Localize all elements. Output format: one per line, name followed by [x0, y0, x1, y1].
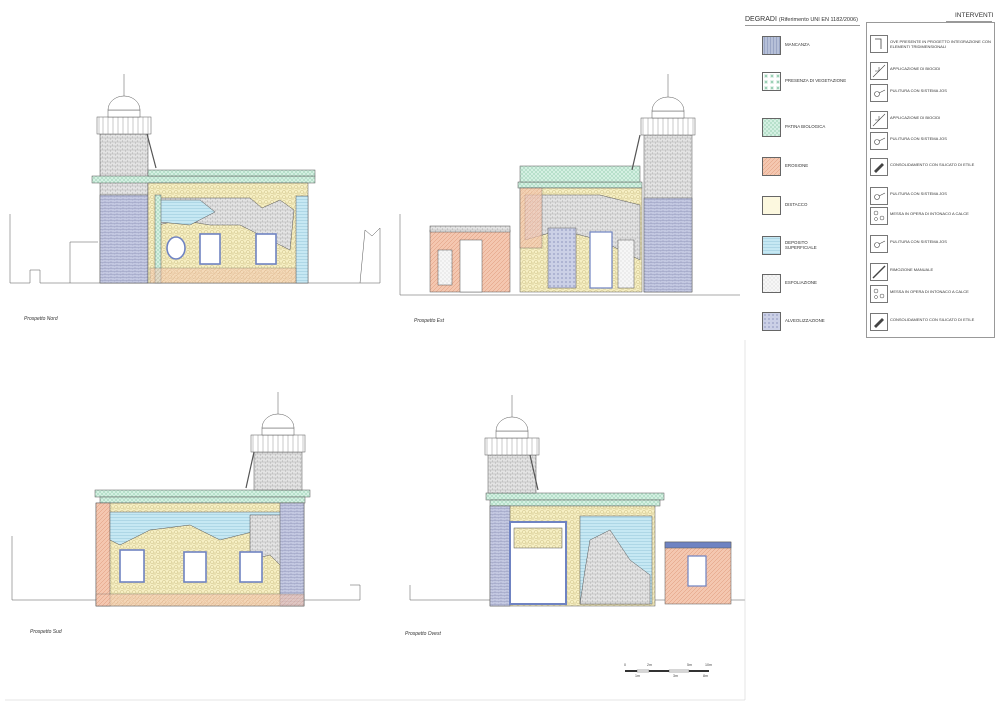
legend-item-alveolizzazione: ALVEOLIZZAZIONE	[762, 312, 862, 332]
legend-item-patina-biologica: PATINA BIOLOGICA	[762, 118, 862, 138]
intervento-label: OVE PRESENTE IN PROGETTO INTEGRAZIONE CO…	[890, 39, 991, 49]
intervento-intonaco-1: MESSA IN OPERA DI INTONACO A CALCE	[870, 207, 994, 227]
legend-label: MANCANZA	[785, 42, 810, 47]
legend-item-mancanza: MANCANZA	[762, 36, 862, 56]
intervento-label: CONSOLIDAMENTO CON SILICATO DI ETILE	[890, 162, 975, 167]
legend-item-deposito: DEPOSITO SUPERFICIALE	[762, 236, 862, 256]
patina-swatch	[762, 118, 781, 137]
legend-label: DEPOSITO SUPERFICIALE	[785, 240, 817, 250]
scale-tick: 10m	[705, 663, 712, 667]
legend-label: EROSIONE	[785, 163, 809, 168]
label-prospetto-nord: Prospetto Nord	[24, 316, 58, 322]
intervento-label: PULITURA CON SISTEMA JOS	[890, 136, 947, 141]
interventi-title: INTERVENTI	[955, 12, 994, 19]
distacco-swatch	[762, 196, 781, 215]
intervento-biocidi-2: APPLICAZIONE DI BIOCIDI	[870, 111, 994, 131]
intervento-jos-3: PULITURA CON SISTEMA JOS	[870, 187, 994, 207]
intervento-label: APPLICAZIONE DI BIOCIDI	[890, 115, 941, 120]
plaster-icon	[870, 285, 888, 303]
intervento-label: PULITURA CON SISTEMA JOS	[890, 191, 947, 196]
intervento-jos-2: PULITURA CON SISTEMA JOS	[870, 132, 994, 152]
intervento-integrazione: OVE PRESENTE IN PROGETTO INTEGRAZIONE CO…	[870, 35, 994, 55]
spray-icon	[870, 111, 888, 129]
intervento-label: MESSA IN OPERA DI INTONACO A CALCE	[890, 211, 969, 216]
legend-label: ALVEOLIZZAZIONE	[785, 318, 825, 323]
intervento-jos-1: PULITURA CON SISTEMA JOS	[870, 84, 994, 104]
plaster-icon	[870, 207, 888, 225]
intervento-biocidi-1: APPLICAZIONE DI BIOCIDI	[870, 62, 994, 82]
elevation-nord	[9, 74, 381, 284]
drawing-sheet: Prospetto Nord Prospetto Est Prospetto S…	[0, 0, 1000, 706]
legend-item-esfoliazione: ESFOLIAZIONE	[762, 274, 862, 294]
legend-label: DISTACCO	[785, 202, 808, 207]
legend-item-vegetazione: PRESENZA DI VEGETAZIONE	[762, 72, 862, 92]
jos-icon	[870, 84, 888, 102]
legend-label: ESFOLIAZIONE	[785, 280, 817, 285]
intervento-label: PULITURA CON SISTEMA JOS	[890, 239, 947, 244]
legend-label: PATINA BIOLOGICA	[785, 124, 826, 129]
intervento-intonaco-2: MESSA IN OPERA DI INTONACO A CALCE	[870, 285, 994, 305]
legend-item-distacco: DISTACCO	[762, 196, 862, 216]
scale-tick: 8m	[703, 674, 708, 678]
alveolizzazione-swatch	[762, 312, 781, 331]
label-prospetto-est: Prospetto Est	[414, 318, 445, 324]
esfoliazione-swatch	[762, 274, 781, 293]
intervento-rimozione: RIMOZIONE MANUALE	[870, 263, 994, 283]
mancanza-swatch	[762, 36, 781, 55]
elevation-est	[399, 74, 740, 296]
spray-icon	[870, 62, 888, 80]
intervento-consolidamento-2: CONSOLIDAMENTO CON SILICATO DI ETILE	[870, 313, 994, 333]
label-prospetto-ovest: Prospetto Ovest	[405, 631, 441, 637]
degradi-title-text: DEGRADI	[745, 16, 777, 23]
jos-icon	[870, 132, 888, 150]
intervento-label: APPLICAZIONE DI BIOCIDI	[890, 66, 941, 71]
intervento-label: MESSA IN OPERA DI INTONACO A CALCE	[890, 289, 969, 294]
elevation-sud	[11, 392, 361, 607]
elevations-drawing	[5, 74, 746, 701]
bracket-icon	[870, 35, 888, 53]
intervento-jos-4: PULITURA CON SISTEMA JOS	[870, 235, 994, 255]
scale-tick: 1m	[635, 674, 640, 678]
scale-tick: 2m	[647, 663, 652, 667]
degradi-title: DEGRADI (Riferimento UNI EN 1182/2006)	[745, 16, 858, 23]
vegetazione-swatch	[762, 72, 781, 91]
legend-item-erosione: EROSIONE	[762, 157, 862, 177]
scale-bar	[625, 669, 709, 673]
intervento-label: CONSOLIDAMENTO CON SILICATO DI ETILE	[890, 317, 975, 322]
jos-icon	[870, 235, 888, 253]
intervento-label: PULITURA CON SISTEMA JOS	[890, 88, 947, 93]
degradi-reference: (Riferimento UNI EN 1182/2006)	[778, 17, 858, 23]
legend-label: PRESENZA DI VEGETAZIONE	[785, 78, 847, 83]
label-prospetto-sud: Prospetto Sud	[30, 629, 62, 635]
elevation-ovest	[409, 395, 745, 607]
scale-tick: 0	[624, 663, 626, 667]
intervento-consolidamento-1: CONSOLIDAMENTO CON SILICATO DI ETILE	[870, 158, 994, 178]
brush-icon	[870, 313, 888, 331]
intervento-label: RIMOZIONE MANUALE	[890, 267, 934, 272]
jos-icon	[870, 187, 888, 205]
degradi-divider	[745, 25, 860, 26]
erosione-swatch	[762, 157, 781, 176]
blade-icon	[870, 263, 888, 281]
brush-icon	[870, 158, 888, 176]
scale-tick: 5m	[687, 663, 692, 667]
scale-tick: 3m	[673, 674, 678, 678]
deposito-swatch	[762, 236, 781, 255]
